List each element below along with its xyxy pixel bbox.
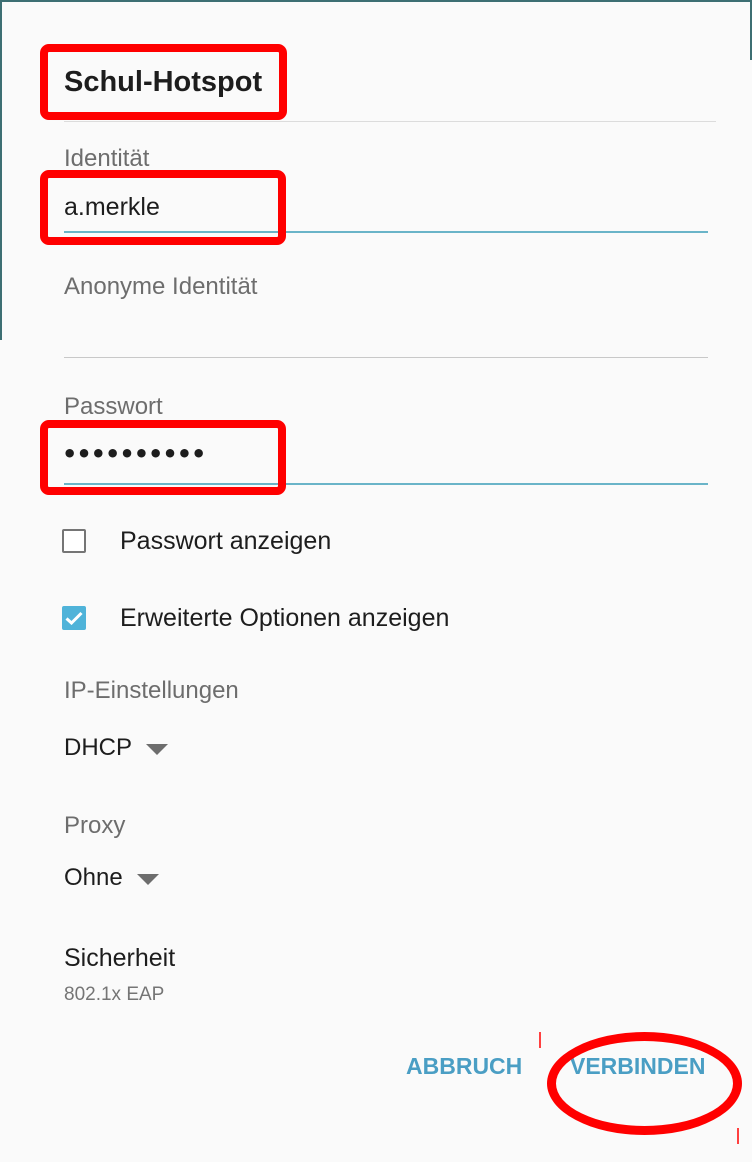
advanced-options-checkbox[interactable] (62, 606, 86, 630)
password-label: Passwort (64, 393, 163, 420)
anonymous-identity-underline (64, 357, 708, 358)
dropdown-arrow-icon (136, 873, 159, 885)
proxy-dropdown[interactable]: Ohne (64, 864, 159, 892)
show-password-checkbox[interactable] (62, 529, 86, 553)
annotation-tick (539, 1032, 541, 1048)
window-frame-top (0, 0, 752, 2)
security-type: 802.1x EAP (64, 984, 165, 1005)
connect-highlight (547, 1032, 742, 1135)
identity-label: Identität (64, 145, 150, 172)
title-divider (64, 121, 716, 122)
identity-highlight (40, 170, 286, 245)
title-highlight (40, 44, 287, 120)
ip-settings-label: IP-Einstellungen (64, 677, 239, 704)
anonymous-identity-input[interactable] (64, 316, 708, 346)
checkmark-icon (65, 611, 83, 625)
proxy-label: Proxy (64, 812, 126, 839)
password-highlight (40, 420, 286, 495)
ip-settings-dropdown[interactable]: DHCP (64, 734, 169, 762)
advanced-options-label: Erweiterte Optionen anzeigen (120, 603, 450, 632)
security-label: Sicherheit (64, 944, 176, 972)
proxy-value: Ohne (64, 864, 123, 891)
cancel-button[interactable]: ABBRUCH (406, 1053, 522, 1080)
annotation-tick (737, 1128, 739, 1144)
show-password-label: Passwort anzeigen (120, 526, 332, 555)
window-frame-left (0, 0, 2, 340)
show-password-option[interactable]: Passwort anzeigen (62, 521, 331, 561)
advanced-options-option[interactable]: Erweiterte Optionen anzeigen (62, 598, 449, 638)
anonymous-identity-label: Anonyme Identität (64, 273, 258, 300)
dropdown-arrow-icon (146, 743, 169, 755)
ip-settings-value: DHCP (64, 734, 133, 761)
